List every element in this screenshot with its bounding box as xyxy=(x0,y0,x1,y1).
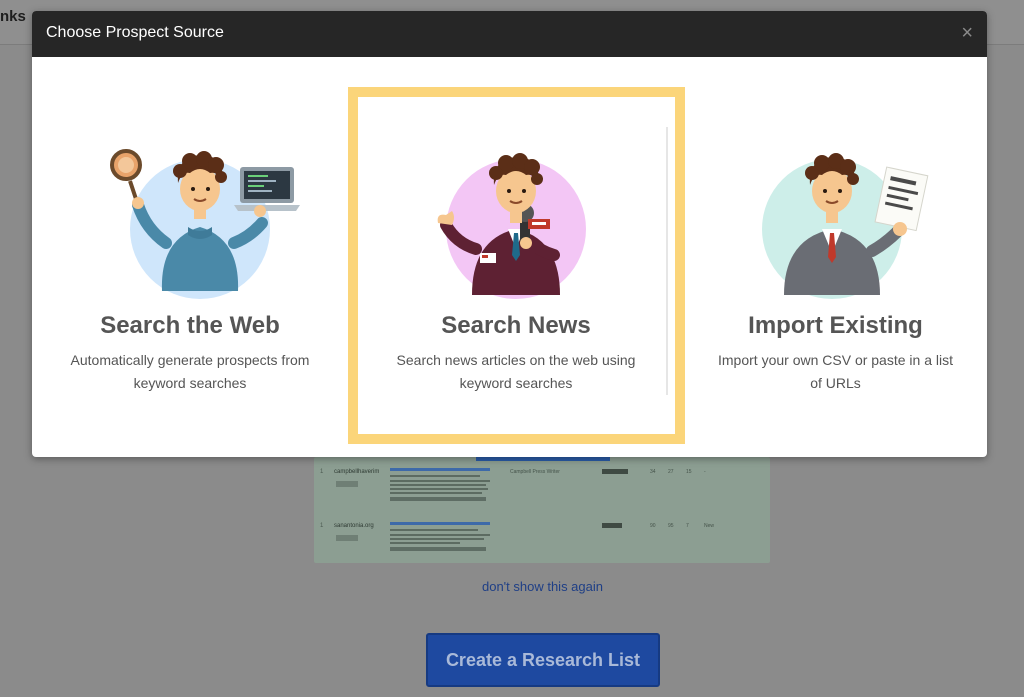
row-snippet-line xyxy=(390,538,484,540)
row-snippet-line xyxy=(390,492,482,494)
option-description: Import your own CSV or paste in a list o… xyxy=(684,349,987,395)
row-icons xyxy=(602,469,628,474)
option-title: Search the Web xyxy=(100,312,280,339)
modal-header: Choose Prospect Source × xyxy=(32,11,987,57)
row-controls xyxy=(336,481,358,487)
row-headline-link xyxy=(390,522,490,525)
option-description-line: keyword searches xyxy=(133,375,247,391)
row-snippet-line xyxy=(390,542,460,544)
choose-prospect-source-modal: Choose Prospect Source × Search the Web … xyxy=(32,11,987,457)
row-cell: - xyxy=(704,469,706,475)
nav-tab-links[interactable]: nks xyxy=(0,8,26,25)
modal-title: Choose Prospect Source xyxy=(46,24,224,41)
dont-show-again-link[interactable]: don't show this again xyxy=(0,579,1024,594)
row-cell: 95 xyxy=(668,523,674,529)
row-snippet-line xyxy=(390,480,490,482)
row-cell: 34 xyxy=(650,469,656,475)
row-snippet-line xyxy=(390,529,478,531)
row-cell: New xyxy=(704,523,715,529)
create-research-list-button[interactable]: Create a Research List xyxy=(426,633,660,687)
row-cell: 7 xyxy=(686,523,689,529)
row-cell: 90 xyxy=(650,523,656,529)
row-snippet-line xyxy=(390,488,488,490)
close-icon[interactable]: × xyxy=(961,23,973,43)
option-search-the-web[interactable]: Search the Web Automatically generate pr… xyxy=(32,57,348,457)
option-description: Automatically generate prospects from ke… xyxy=(32,349,348,395)
row-cell: 15 xyxy=(686,469,692,475)
row-number: 1 xyxy=(320,469,324,475)
option-description-line: of URLs xyxy=(810,375,861,391)
row-cell: 27 xyxy=(668,469,674,475)
row-domain: campbellhaverim xyxy=(334,469,380,475)
selected-option-highlight xyxy=(348,87,685,444)
row-source: Campbell Press Writer xyxy=(510,469,560,475)
table-row: 1 sanantonia.org 90 95 7 New xyxy=(314,515,770,563)
option-description-line: Import your own CSV or paste in a list xyxy=(718,352,953,368)
table-row: 1 campbellhaverim Campbell Press Writer … xyxy=(314,461,770,515)
row-domain: sanantonia.org xyxy=(334,523,374,529)
option-description-line: Automatically generate prospects from xyxy=(70,352,310,368)
option-title: Import Existing xyxy=(748,312,923,339)
row-icons xyxy=(602,523,622,528)
row-number: 1 xyxy=(320,523,324,529)
row-controls xyxy=(336,535,358,541)
row-snippet-line xyxy=(390,484,486,486)
row-snippet-line xyxy=(390,475,480,477)
row-tag xyxy=(390,547,486,551)
web-search-illustration-icon xyxy=(110,149,300,299)
row-snippet-line xyxy=(390,534,490,536)
row-tag xyxy=(390,497,486,501)
document-import-illustration-icon xyxy=(762,153,929,299)
preview-table: 1 campbellhaverim Campbell Press Writer … xyxy=(314,457,770,563)
row-headline-link xyxy=(390,468,490,471)
option-import-existing[interactable]: Import Existing Import your own CSV or p… xyxy=(684,57,987,457)
divider xyxy=(666,127,668,395)
